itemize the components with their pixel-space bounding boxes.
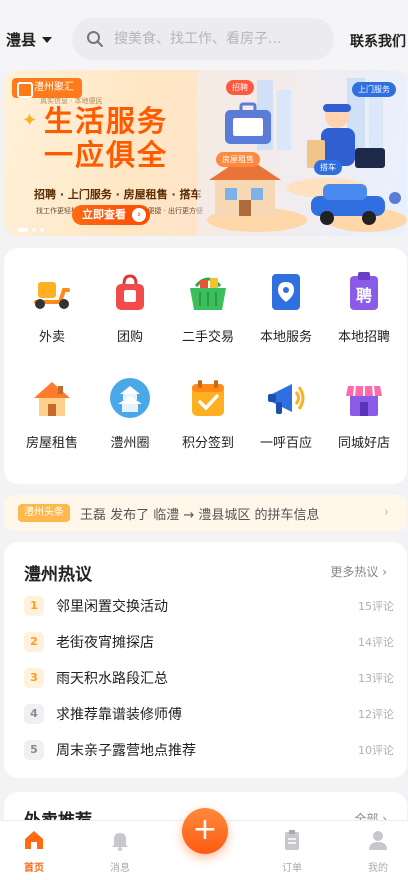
clipboard-icon (285, 830, 299, 850)
nav-messages-label: 消息 (110, 863, 130, 874)
services-grid: 外卖 团购 二手交易 本地服务 聘 本地招聘 房屋租售 澧州圈 积分签到 一呼百… (4, 248, 407, 484)
home-icon (25, 831, 43, 849)
svg-text:聘: 聘 (356, 286, 372, 305)
banner-services-line: 招聘 · 上门服务 · 房屋租售 · 搭车 (34, 188, 202, 201)
nav-orders[interactable]: 订单 (262, 829, 322, 874)
more-topics-link[interactable]: 更多热议 › (330, 563, 387, 580)
service-label: 同城好店 (337, 436, 390, 451)
map-pin-icon (272, 274, 300, 310)
view-now-button[interactable]: 立即查看 › (72, 205, 150, 225)
caret-down-icon (42, 36, 53, 43)
nav-orders-label: 订单 (282, 863, 302, 874)
service-label: 团购 (116, 330, 143, 345)
recruit-icon: 聘 (350, 272, 378, 310)
search-bar[interactable] (72, 18, 334, 60)
service-label: 积分签到 (181, 436, 234, 451)
search-input[interactable] (114, 31, 304, 47)
comment-count: 12评论 (358, 708, 394, 721)
calendar-check-icon (192, 380, 224, 416)
service-label: 本地服务 (259, 330, 312, 345)
service-group-buy[interactable]: 团购 (90, 270, 170, 345)
news-ticker[interactable]: 澧州头条 王磊 发布了 临澧 → 澧县城区 的拼车信息 › (4, 495, 407, 531)
pagoda-icon (110, 378, 150, 418)
carousel-dots (18, 228, 44, 232)
rank-badge: 3 (24, 668, 44, 688)
brand-badge: 澧州聚汇 (12, 78, 82, 98)
storefront-icon (346, 385, 382, 416)
topic-text: 求推荐靠谱装修师傅 (56, 707, 182, 723)
comment-count: 13评论 (358, 672, 394, 685)
chevron-right-icon: › (383, 505, 389, 520)
carousel-dot-active[interactable] (18, 228, 28, 232)
basket-icon (190, 277, 226, 310)
shopping-bag-icon (116, 274, 144, 310)
comment-count: 14评论 (358, 636, 394, 649)
service-label: 一呼百应 (259, 436, 312, 451)
comment-count: 10评论 (358, 744, 394, 757)
topic-text: 老街夜宵摊探店 (56, 635, 154, 651)
house-icon (34, 382, 70, 416)
service-recruit[interactable]: 聘 本地招聘 (324, 270, 404, 345)
location-selector[interactable]: 澧县 (6, 29, 53, 50)
nav-home[interactable]: 首页 (4, 829, 64, 874)
service-label: 本地招聘 (337, 330, 390, 345)
rank-badge: 1 (24, 596, 44, 616)
comment-count: 15评论 (358, 600, 394, 613)
sparkle-icon: ✦ (22, 110, 38, 131)
topic-row[interactable]: 5 周末亲子露营地点推荐 10评论 (24, 738, 394, 762)
bell-icon (112, 833, 128, 851)
service-good-shops[interactable]: 同城好店 (324, 376, 404, 451)
banner-headline-1: 生活服务 (44, 104, 169, 138)
publish-plus-button[interactable]: + (182, 808, 228, 854)
contact-us-link[interactable]: 联系我们 (350, 31, 406, 51)
service-label: 房屋租售 (25, 436, 78, 451)
nav-messages[interactable]: 消息 (90, 829, 150, 874)
search-icon (87, 31, 103, 47)
service-checkin[interactable]: 积分签到 (168, 376, 248, 451)
scooter-icon (34, 282, 70, 309)
hot-topics-card: 澧州热议 更多热议 › 1 邻里闲置交换活动 15评论 2 老街夜宵摊探店 14… (4, 542, 407, 778)
service-local[interactable]: 本地服务 (246, 270, 326, 345)
view-now-label: 立即查看 (82, 208, 126, 221)
topic-row[interactable]: 1 邻里闲置交换活动 15评论 (24, 594, 394, 618)
service-lizhou-circle[interactable]: 澧州圈 (90, 376, 170, 451)
bubble-ride: 搭车 (314, 160, 342, 175)
rank-badge: 5 (24, 740, 44, 760)
topic-row[interactable]: 4 求推荐靠谱装修师傅 12评论 (24, 702, 394, 726)
banner-headline-2: 一应俱全 (44, 138, 169, 172)
nav-mine[interactable]: 我的 (348, 829, 408, 874)
topic-text: 雨天积水路段汇总 (56, 671, 168, 687)
chevron-right-icon: › (382, 565, 387, 579)
bubble-recruit: 招聘 (226, 80, 254, 95)
nav-mine-label: 我的 (368, 863, 388, 874)
carousel-dot[interactable] (40, 228, 44, 232)
topic-row[interactable]: 3 雨天积水路段汇总 13评论 (24, 666, 394, 690)
news-tag: 澧州头条 (18, 504, 70, 522)
service-broadcast[interactable]: 一呼百应 (246, 376, 326, 451)
rank-badge: 4 (24, 704, 44, 724)
service-second-hand[interactable]: 二手交易 (168, 270, 248, 345)
service-housing[interactable]: 房屋租售 (12, 376, 92, 451)
service-label: 外卖 (38, 330, 65, 345)
carousel-dot[interactable] (32, 228, 36, 232)
hot-topics-title: 澧州热议 (24, 565, 92, 585)
top-bar: 澧县 联系我们 (0, 0, 408, 72)
topic-text: 邻里闲置交换活动 (56, 599, 168, 615)
megaphone-icon (268, 384, 305, 414)
topic-text: 周末亲子露营地点推荐 (56, 743, 196, 759)
topic-row[interactable]: 2 老街夜宵摊探店 14评论 (24, 630, 394, 654)
user-icon (369, 831, 387, 850)
nav-home-label: 首页 (24, 863, 44, 874)
rank-badge: 2 (24, 632, 44, 652)
arrow-right-icon: › (132, 208, 146, 222)
news-message: 王磊 发布了 临澧 → 澧县城区 的拼车信息 (80, 507, 320, 523)
bubble-home-service: 上门服务 (352, 82, 396, 97)
service-takeout[interactable]: 外卖 (12, 270, 92, 345)
bubble-housing: 房屋租售 (216, 152, 260, 167)
service-label: 澧州圈 (110, 436, 150, 451)
location-label: 澧县 (6, 31, 37, 49)
service-label: 二手交易 (181, 330, 234, 345)
more-topics-label: 更多热议 (330, 565, 379, 579)
promo-banner[interactable]: 澧州聚汇 真实信息 · 本地便民 ✦ 生活服务 一应俱全 招聘 · 上门服务 ·… (4, 70, 407, 236)
